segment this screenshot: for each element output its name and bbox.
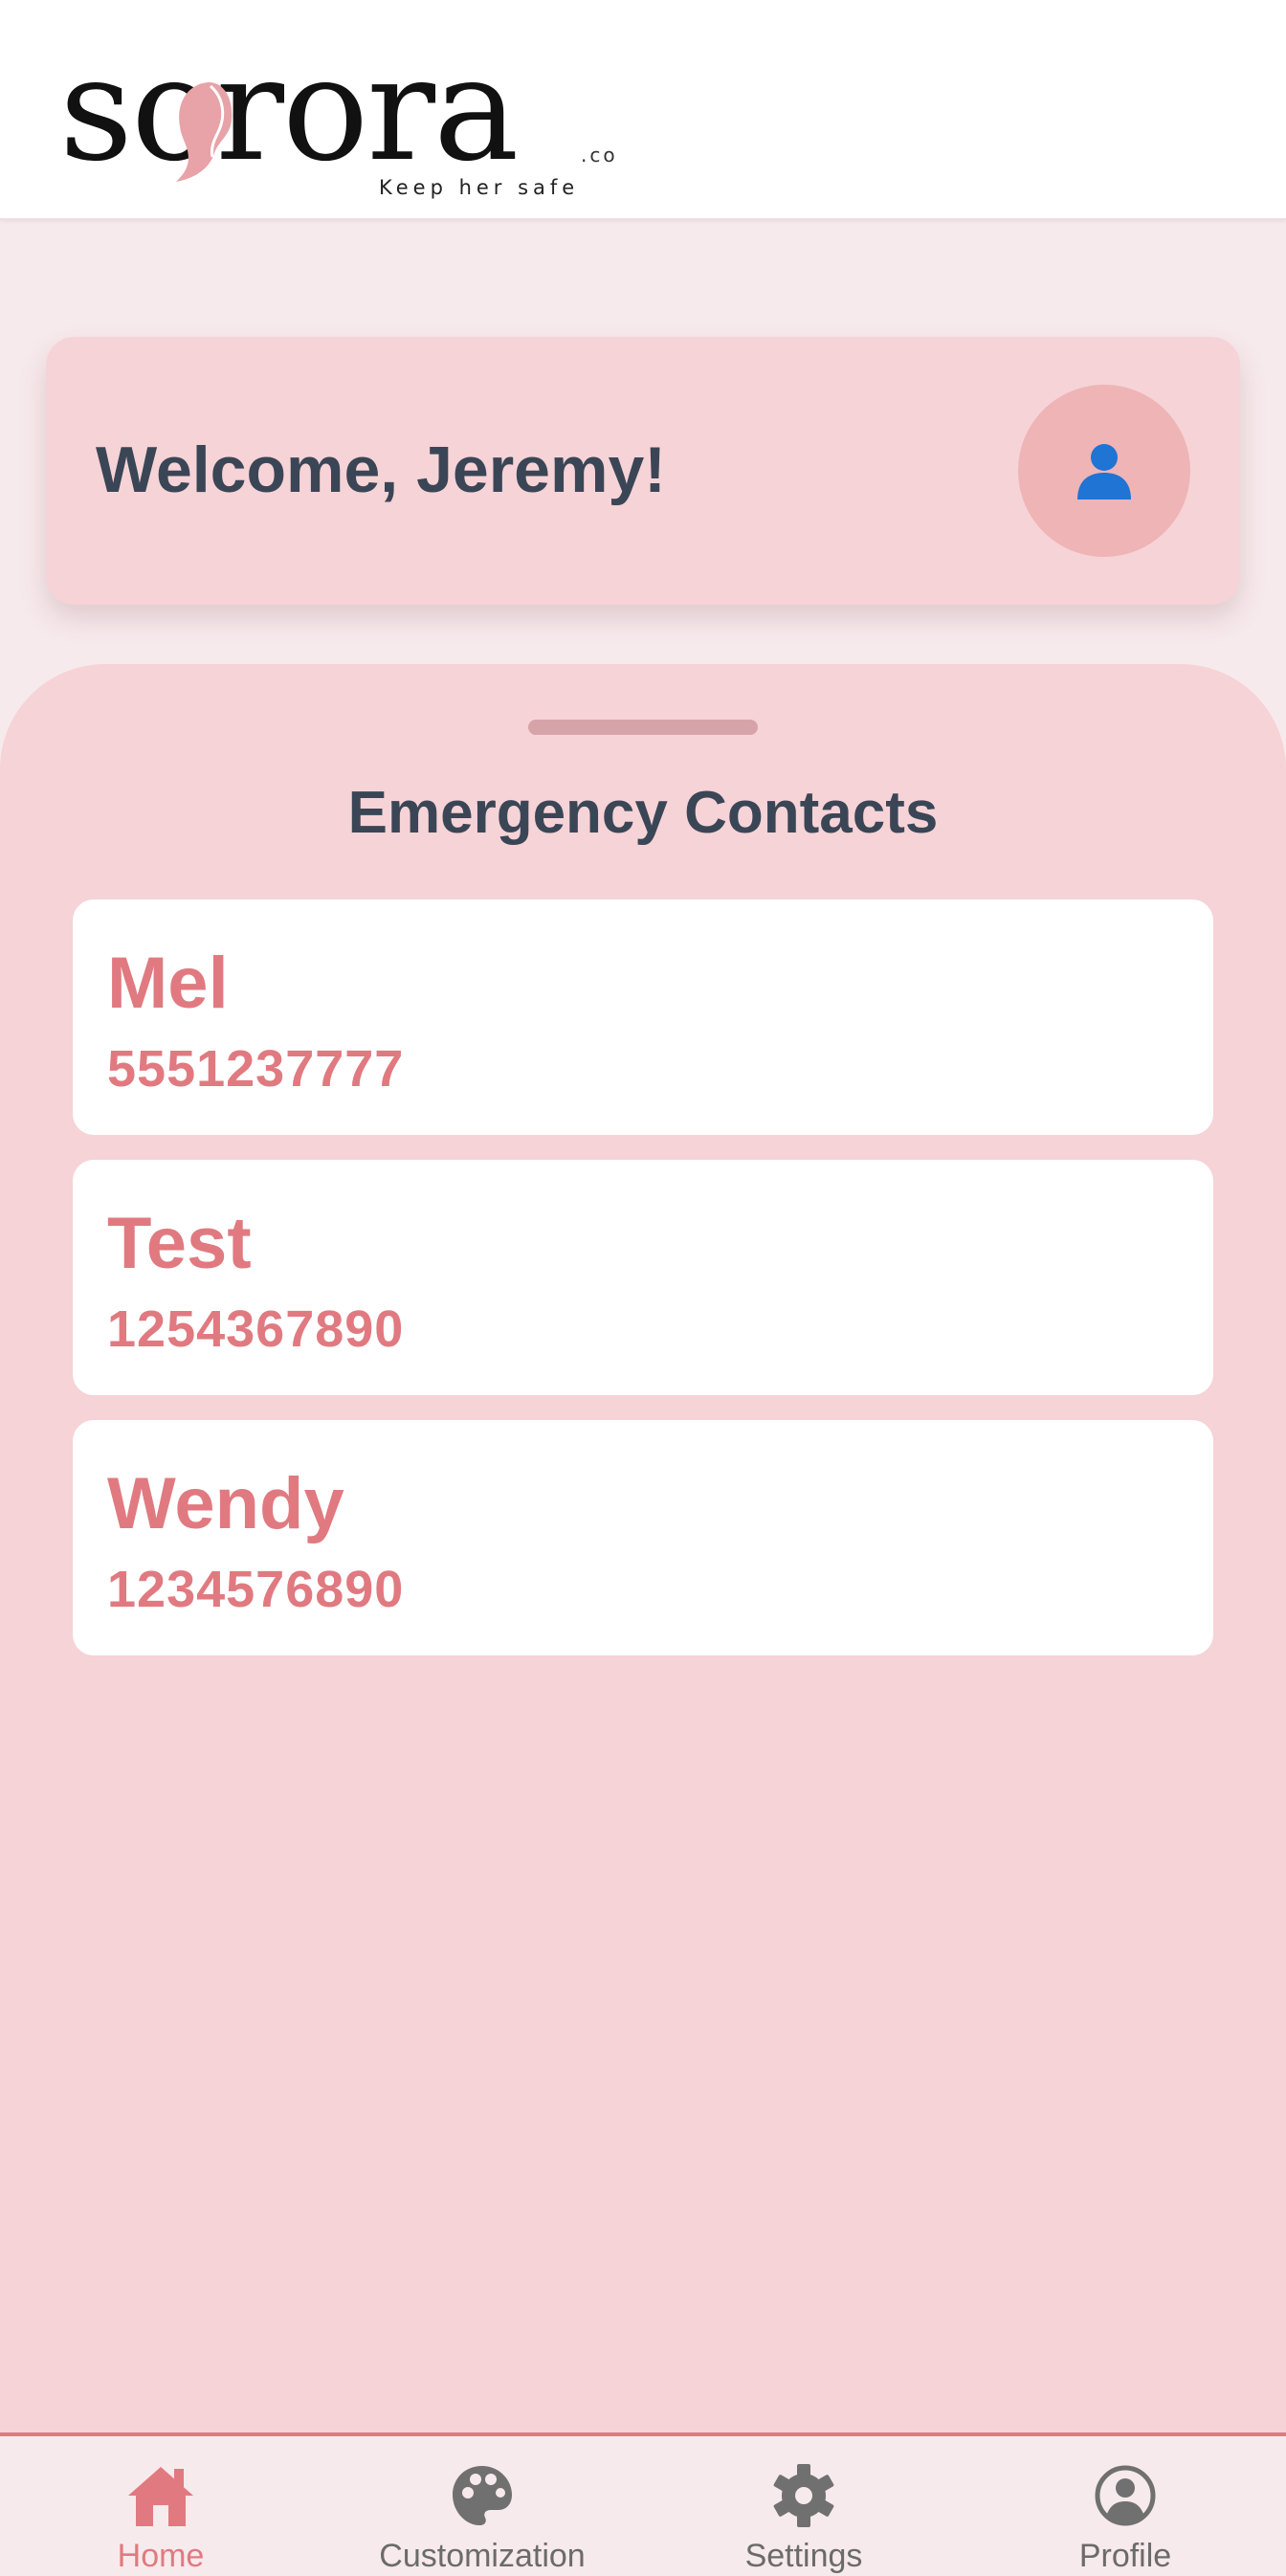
logo-tagline: Keep her safe — [379, 176, 580, 199]
nav-label: Home — [117, 2538, 205, 2574]
profile-icon — [1095, 2465, 1156, 2526]
logo-suffix: .co — [581, 144, 618, 167]
nav-label: Settings — [744, 2538, 863, 2574]
contacts-sheet: Emergency Contacts Mel 5551237777 Test 1… — [0, 664, 1286, 2434]
contact-name: Wendy — [107, 1463, 344, 1544]
palette-icon — [453, 2466, 512, 2525]
contact-card[interactable]: Wendy 1234576890 — [73, 1420, 1213, 1655]
sheet-drag-handle[interactable] — [528, 720, 758, 735]
avatar-button[interactable] — [1018, 385, 1190, 557]
nav-item-settings[interactable]: Settings — [643, 2436, 964, 2576]
sheet-title: Emergency Contacts — [347, 780, 939, 846]
welcome-text: Welcome, Jeremy! — [96, 433, 666, 506]
contact-name: Mel — [107, 943, 229, 1024]
contact-card[interactable]: Mel 5551237777 — [73, 899, 1213, 1135]
contact-phone: 1234576890 — [107, 1561, 405, 1618]
contact-phone: 5551237777 — [107, 1040, 405, 1098]
bottom-nav: Home Customization Settings Profile — [0, 2432, 1286, 2574]
nav-label: Profile — [1078, 2538, 1172, 2574]
nav-item-profile[interactable]: Profile — [964, 2436, 1286, 2576]
contact-card[interactable]: Test 1254367890 — [73, 1160, 1213, 1395]
nav-item-customization[interactable]: Customization — [322, 2436, 643, 2576]
home-icon — [128, 2467, 193, 2526]
contact-phone: 1254367890 — [107, 1300, 405, 1358]
woman-profile-icon — [176, 82, 233, 182]
gear-icon — [773, 2464, 834, 2527]
nav-item-home[interactable]: Home — [0, 2436, 322, 2576]
app-header: sorora .co Keep her safe — [0, 0, 1286, 220]
contact-name: Test — [107, 1203, 252, 1284]
logo-wordmark: sorora — [59, 27, 519, 193]
sorora-logo: sorora .co Keep her safe — [59, 38, 633, 211]
nav-label: Customization — [379, 2538, 586, 2574]
welcome-card: Welcome, Jeremy! — [46, 337, 1240, 605]
user-icon — [1077, 444, 1131, 500]
